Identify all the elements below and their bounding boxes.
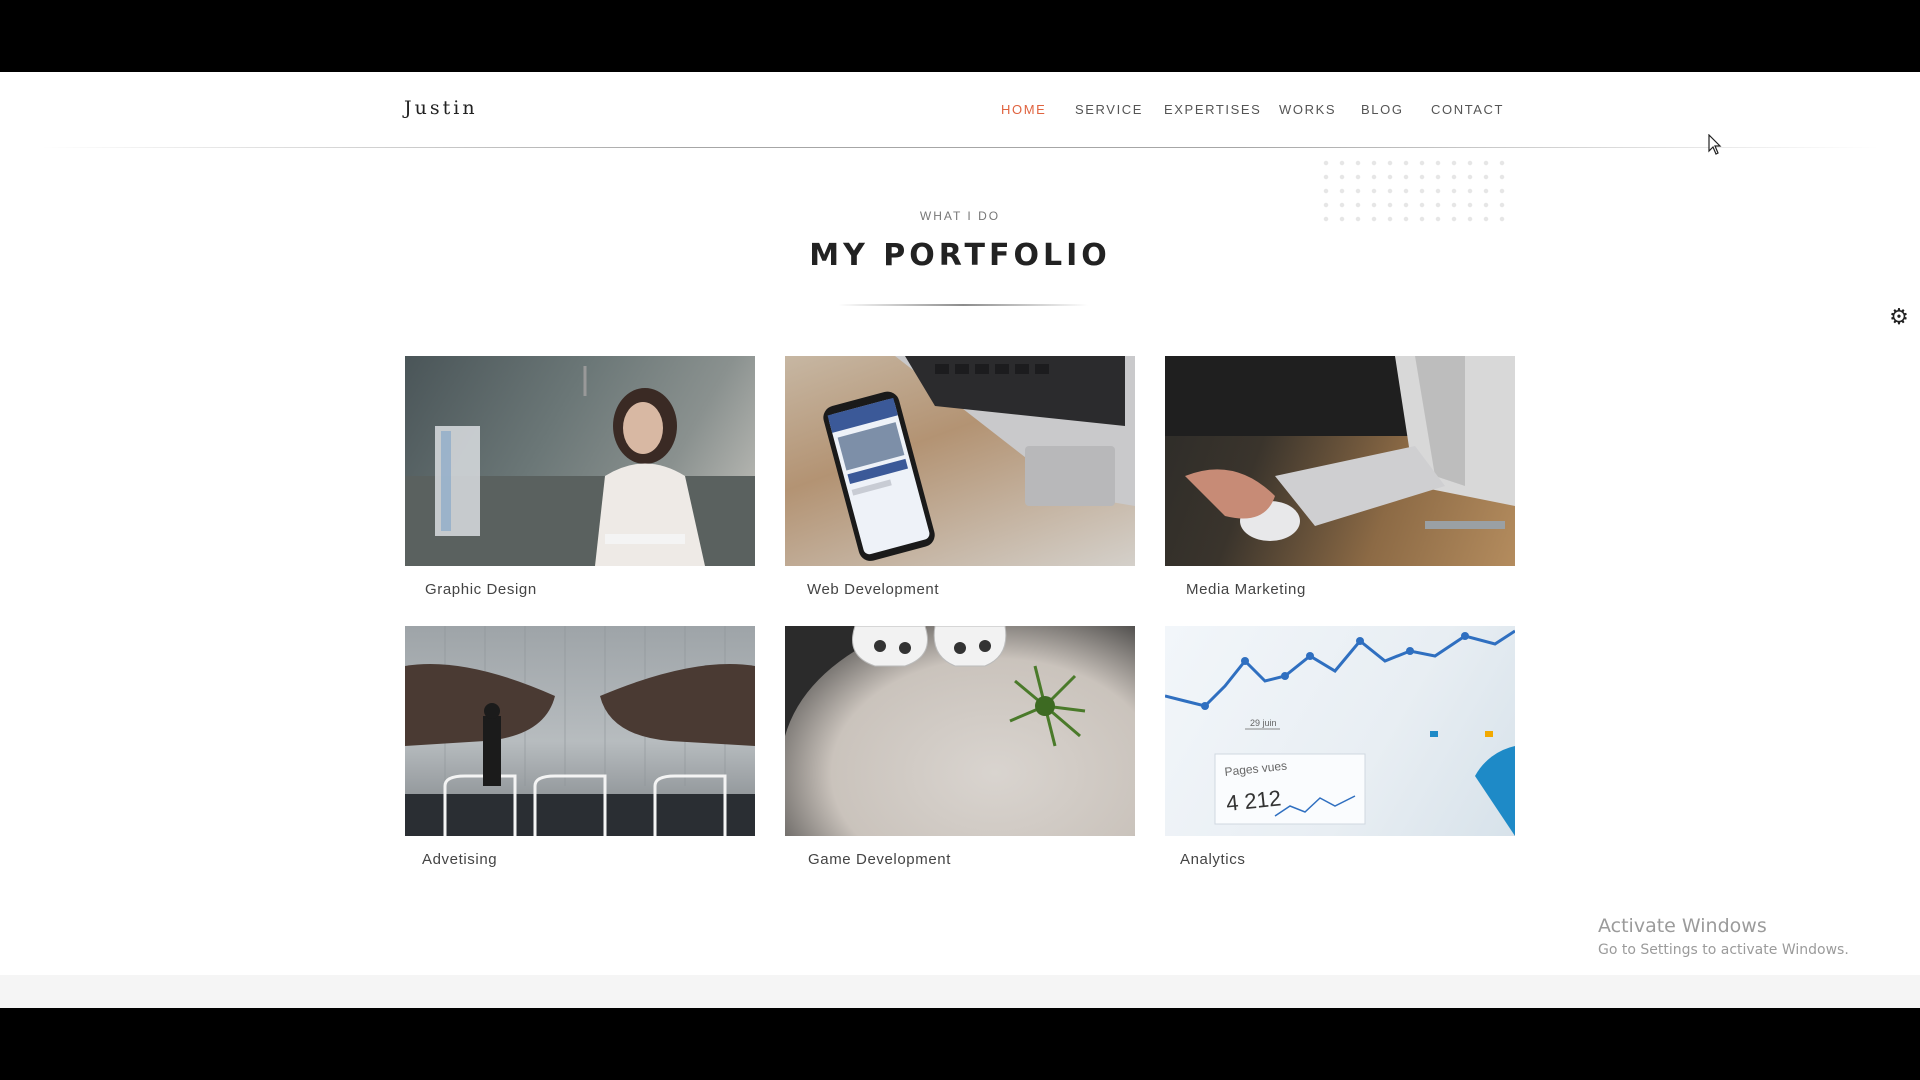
windows-activation-title: Activate Windows bbox=[1598, 915, 1767, 937]
portfolio-card-media-marketing[interactable]: Media Marketing bbox=[1165, 356, 1515, 598]
section-eyebrow: WHAT I DO bbox=[919, 209, 1001, 223]
portfolio-card-game-development[interactable]: Game Development bbox=[785, 626, 1135, 868]
date-label: 29 juin bbox=[1250, 718, 1277, 728]
media-marketing-image bbox=[1165, 356, 1515, 566]
letterbox-top bbox=[0, 0, 1920, 72]
letterbox-bottom bbox=[0, 1008, 1920, 1080]
nav-contact[interactable]: CONTACT bbox=[1431, 102, 1504, 117]
card-label: Graphic Design bbox=[425, 581, 537, 598]
card-label: Analytics bbox=[1180, 851, 1246, 868]
card-label: Media Marketing bbox=[1186, 581, 1306, 598]
card-label: Web Development bbox=[807, 581, 940, 598]
nav-blog[interactable]: BLOG bbox=[1361, 102, 1404, 117]
portfolio-page: Justin HOME SERVICE EXPERTISES WORKS BLO… bbox=[0, 72, 1920, 1008]
nav-home[interactable]: HOME bbox=[1001, 102, 1046, 117]
footer-strip bbox=[0, 975, 1920, 1008]
advertising-image bbox=[405, 626, 755, 836]
portfolio-card-graphic-design[interactable]: Graphic Design bbox=[405, 356, 755, 598]
main-nav: HOME SERVICE EXPERTISES WORKS BLOG CONTA… bbox=[0, 102, 1920, 122]
gear-icon[interactable]: ⚙ bbox=[1888, 306, 1910, 328]
nav-service[interactable]: SERVICE bbox=[1075, 102, 1143, 117]
portfolio-card-analytics[interactable]: 29 juin Pages vues 4 212 Analytics bbox=[1165, 626, 1515, 868]
card-label: Advetising bbox=[422, 851, 498, 868]
portfolio-card-web-development[interactable]: Web Development bbox=[785, 356, 1135, 598]
analytics-image: 29 juin Pages vues 4 212 bbox=[1165, 626, 1515, 836]
portfolio-card-advertising[interactable]: Advetising bbox=[405, 626, 755, 868]
mouse-cursor-icon bbox=[1708, 134, 1722, 155]
nav-expertises[interactable]: EXPERTISES bbox=[1164, 102, 1261, 117]
section-title: MY PORTFOLIO bbox=[809, 238, 1111, 273]
nav-works[interactable]: WORKS bbox=[1279, 102, 1336, 117]
card-label: Game Development bbox=[808, 851, 951, 868]
graphic-design-image bbox=[405, 356, 755, 566]
windows-activation-subtitle: Go to Settings to activate Windows. bbox=[1598, 942, 1849, 958]
title-underline bbox=[838, 304, 1088, 306]
game-development-image bbox=[785, 626, 1135, 836]
header-divider bbox=[40, 147, 1880, 148]
web-development-image bbox=[785, 356, 1135, 566]
